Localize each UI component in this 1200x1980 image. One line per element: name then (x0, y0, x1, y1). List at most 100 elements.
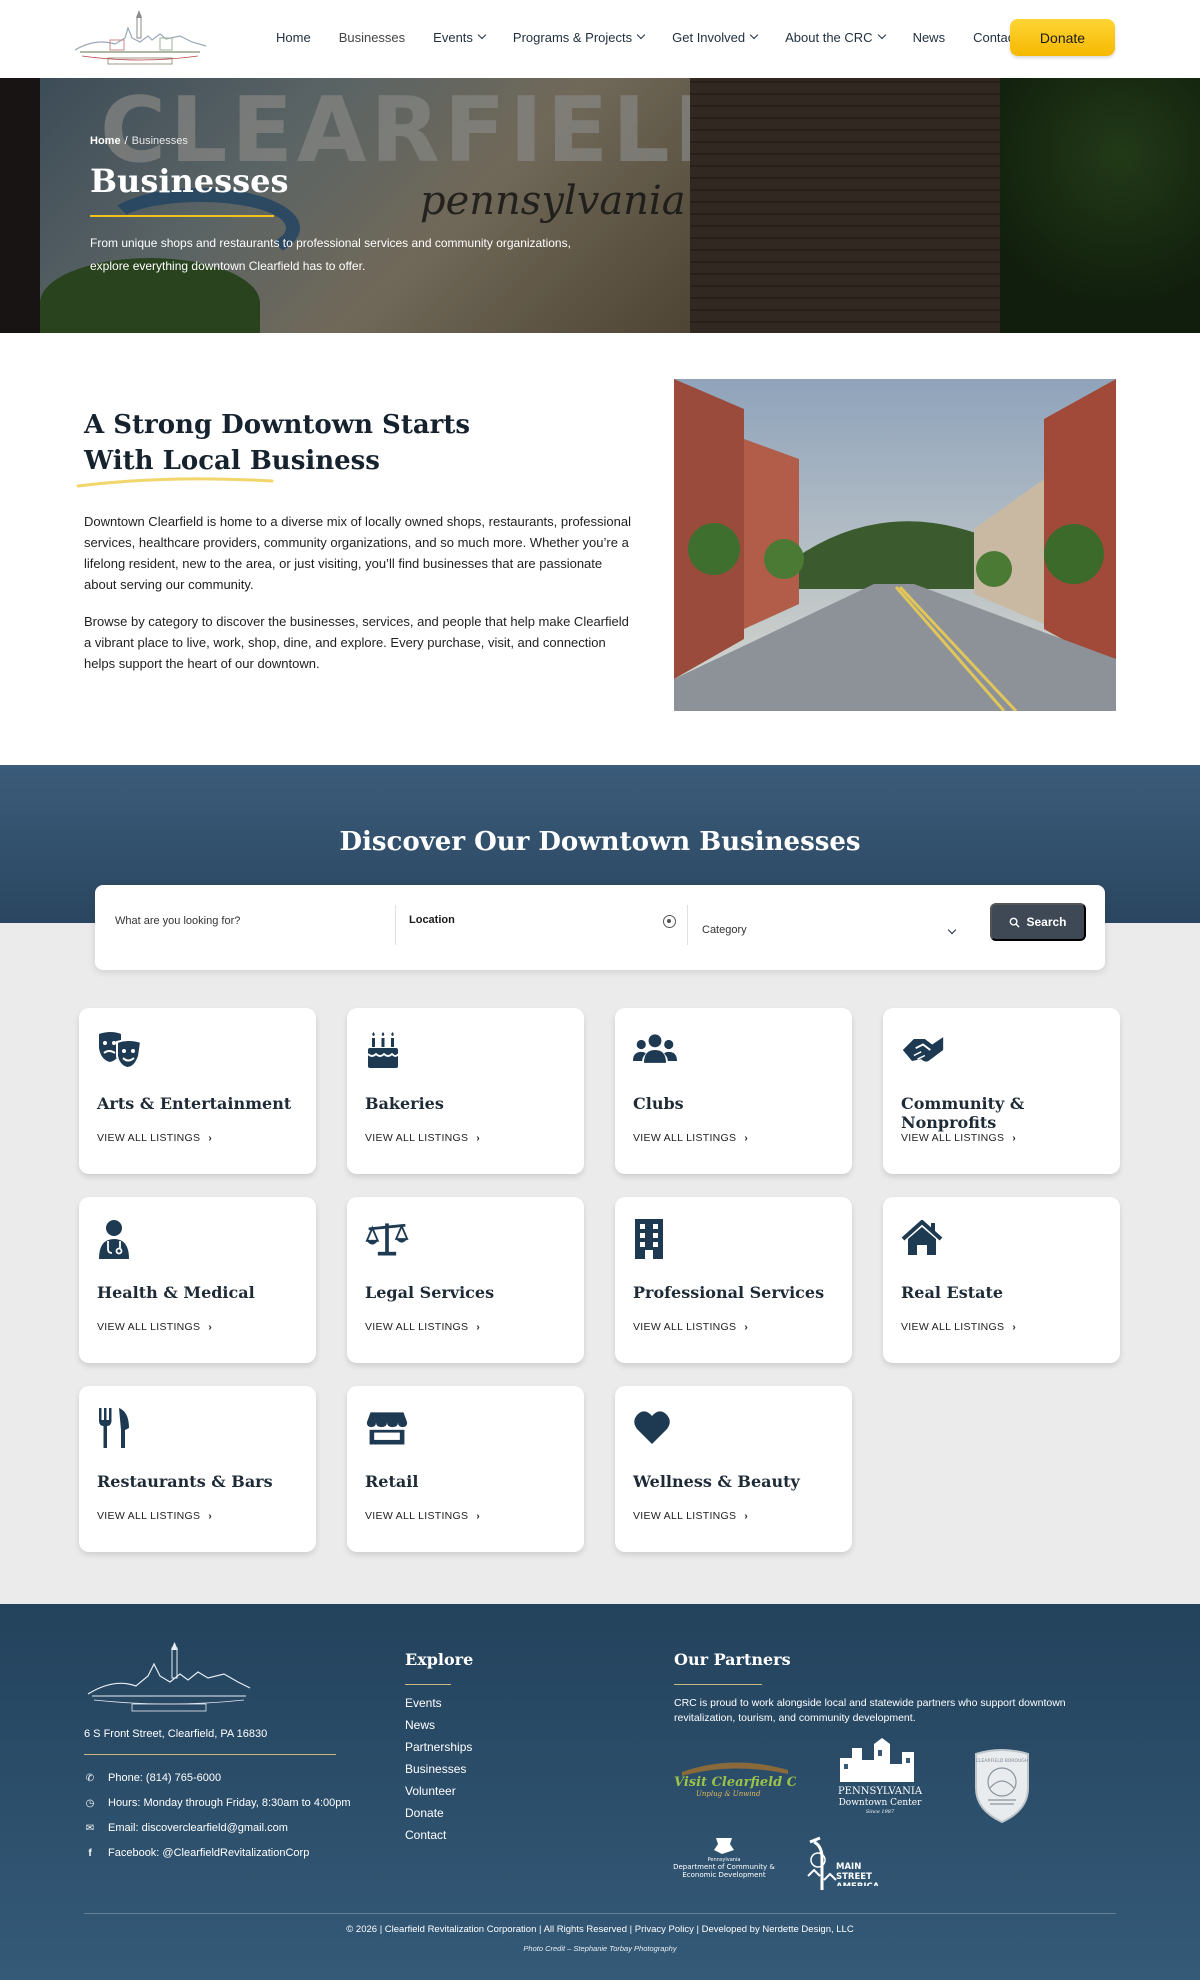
category-card[interactable]: Legal Services VIEW ALL LISTINGS › (347, 1197, 584, 1363)
footer-link-contact[interactable]: Contact (405, 1828, 472, 1842)
view-all-listings-link[interactable]: VIEW ALL LISTINGS › (633, 1510, 748, 1522)
nav-businesses[interactable]: Businesses (339, 30, 405, 45)
clock-icon: ◷ (85, 1797, 95, 1809)
search-button[interactable]: Search (990, 903, 1086, 941)
crc-logo[interactable] (70, 8, 210, 68)
location-input[interactable]: Location (409, 914, 455, 926)
chevron-right-icon: › (476, 1132, 480, 1144)
category-card[interactable]: Retail VIEW ALL LISTINGS › (347, 1386, 584, 1552)
building-icon (635, 1219, 663, 1259)
category-title: Health & Medical (97, 1283, 255, 1302)
footer-email[interactable]: ✉ Email: discoverclearfield@gmail.com (84, 1822, 288, 1834)
email-icon: ✉ (85, 1822, 95, 1834)
site-header: Home Businesses Events Programs & Projec… (0, 0, 1200, 78)
chevron-right-icon: › (1012, 1132, 1016, 1144)
view-all-listings-link[interactable]: VIEW ALL LISTINGS › (365, 1321, 480, 1333)
category-card[interactable]: Arts & Entertainment VIEW ALL LISTINGS › (79, 1008, 316, 1174)
footer-facebook[interactable]: f Facebook: @ClearfieldRevitalizationCorp (84, 1847, 309, 1859)
search-panel: What are you looking for? Location Categ… (95, 885, 1105, 970)
category-card[interactable]: Community & Nonprofits VIEW ALL LISTINGS… (883, 1008, 1120, 1174)
link-label: VIEW ALL LISTINGS (901, 1321, 1005, 1333)
donate-button[interactable]: Donate (1010, 19, 1115, 56)
category-title: Community & Nonprofits (901, 1094, 1025, 1132)
footer-link-businesses[interactable]: Businesses (405, 1762, 472, 1776)
view-all-listings-link[interactable]: VIEW ALL LISTINGS › (97, 1510, 212, 1522)
explore-heading: Explore (405, 1650, 474, 1669)
category-card[interactable]: Health & Medical VIEW ALL LISTINGS › (79, 1197, 316, 1363)
chevron-down-icon (636, 30, 646, 40)
footer-link-events[interactable]: Events (405, 1696, 472, 1710)
search-button-label: Search (1026, 915, 1067, 929)
nav-home[interactable]: Home (276, 30, 311, 45)
category-card[interactable]: Restaurants & Bars VIEW ALL LISTINGS › (79, 1386, 316, 1552)
chevron-right-icon: › (208, 1321, 212, 1333)
nav-about-crc[interactable]: About the CRC (785, 30, 886, 45)
link-label: VIEW ALL LISTINGS (365, 1132, 469, 1144)
view-all-listings-link[interactable]: VIEW ALL LISTINGS › (633, 1321, 748, 1333)
field-divider (687, 905, 688, 945)
nav-label: Events (433, 29, 473, 45)
view-all-listings-link[interactable]: VIEW ALL LISTINGS › (97, 1132, 212, 1144)
pennsylvania-downtown-center-logo[interactable]: PENNSYLVANIA Downtown Center Since 1987 (830, 1738, 930, 1818)
photo-credit: Photo Credit – Stephanie Torbay Photogra… (523, 1944, 677, 1953)
copyright: © 2026 | Clearfield Revitalization Corpo… (346, 1924, 854, 1935)
chevron-down-icon (749, 30, 759, 40)
pa-dced-logo[interactable]: Pennsylvania Department of Community & E… (672, 1836, 776, 1886)
chevron-down-icon (477, 30, 487, 40)
footer-link-donate[interactable]: Donate (405, 1806, 472, 1820)
page-title: Businesses (90, 162, 289, 200)
footer-crc-logo[interactable] (84, 1642, 254, 1714)
main-street-america-logo[interactable]: MAIN STREET AMERICA (804, 1836, 900, 1890)
heart-icon (634, 1411, 670, 1444)
footer-divider (84, 1754, 336, 1755)
footer-link-news[interactable]: News (405, 1718, 472, 1732)
chevron-right-icon: › (476, 1510, 480, 1522)
keyword-search-input[interactable]: What are you looking for? (115, 915, 240, 927)
category-card[interactable]: Clubs VIEW ALL LISTINGS › (615, 1008, 852, 1174)
category-card[interactable]: Bakeries VIEW ALL LISTINGS › (347, 1008, 584, 1174)
link-label: VIEW ALL LISTINGS (365, 1321, 469, 1333)
nav-programs-projects[interactable]: Programs & Projects (512, 29, 646, 45)
theater-masks-icon (99, 1032, 141, 1070)
view-all-listings-link[interactable]: VIEW ALL LISTINGS › (901, 1132, 1016, 1144)
partner-name: MAIN STREET AMERICA (836, 1862, 879, 1886)
contact-text: Facebook: @ClearfieldRevitalizationCorp (108, 1847, 310, 1859)
link-label: VIEW ALL LISTINGS (901, 1132, 1005, 1144)
utensils-icon (99, 1408, 129, 1448)
view-all-listings-link[interactable]: VIEW ALL LISTINGS › (633, 1132, 748, 1144)
category-card[interactable]: Real Estate VIEW ALL LISTINGS › (883, 1197, 1120, 1363)
doctor-icon (99, 1220, 129, 1259)
link-label: VIEW ALL LISTINGS (97, 1321, 201, 1333)
nav-news[interactable]: News (913, 30, 946, 45)
footer-link-partnerships[interactable]: Partnerships (405, 1740, 472, 1754)
view-all-listings-link[interactable]: VIEW ALL LISTINGS › (97, 1321, 212, 1333)
category-title: Restaurants & Bars (97, 1472, 273, 1491)
nav-events[interactable]: Events (433, 29, 487, 45)
breadcrumb-home[interactable]: Home (90, 135, 121, 147)
clearfield-borough-seal[interactable]: CLEARFIELD BOROUGH (972, 1748, 1032, 1824)
category-select[interactable]: Category (702, 924, 747, 936)
view-all-listings-link[interactable]: VIEW ALL LISTINGS › (365, 1132, 480, 1144)
footer-link-volunteer[interactable]: Volunteer (405, 1784, 472, 1798)
link-label: VIEW ALL LISTINGS (97, 1132, 201, 1144)
partner-sub: Downtown Center (839, 1798, 922, 1808)
explore-links: Events News Partnerships Businesses Volu… (405, 1696, 472, 1842)
nav-label: Programs & Projects (512, 29, 633, 45)
category-card[interactable]: Wellness & Beauty VIEW ALL LISTINGS › (615, 1386, 852, 1552)
category-card[interactable]: Professional Services VIEW ALL LISTINGS › (615, 1197, 852, 1363)
locate-me-icon[interactable] (663, 915, 676, 928)
contact-text: Email: discoverclearfield@gmail.com (108, 1822, 288, 1834)
chevron-right-icon: › (208, 1132, 212, 1144)
view-all-listings-link[interactable]: VIEW ALL LISTINGS › (365, 1510, 480, 1522)
footer-bottom-divider (84, 1913, 1116, 1914)
nav-get-involved[interactable]: Get Involved (672, 30, 759, 45)
partners-heading: Our Partners (674, 1650, 791, 1669)
hero-overlay (0, 78, 1200, 333)
birthday-cake-icon (367, 1032, 399, 1068)
link-label: VIEW ALL LISTINGS (97, 1510, 201, 1522)
footer-address: 6 S Front Street, Clearfield, PA 16830 (84, 1728, 268, 1740)
visit-clearfield-county-logo[interactable]: Visit Clearfield County Unplug & Unwind (672, 1756, 796, 1800)
hero-banner: CLEARFIELD pennsylvania Home / Businesses … (0, 78, 1200, 333)
view-all-listings-link[interactable]: VIEW ALL LISTINGS › (901, 1321, 1016, 1333)
footer-phone[interactable]: ✆ Phone: (814) 765-6000 (84, 1772, 221, 1784)
